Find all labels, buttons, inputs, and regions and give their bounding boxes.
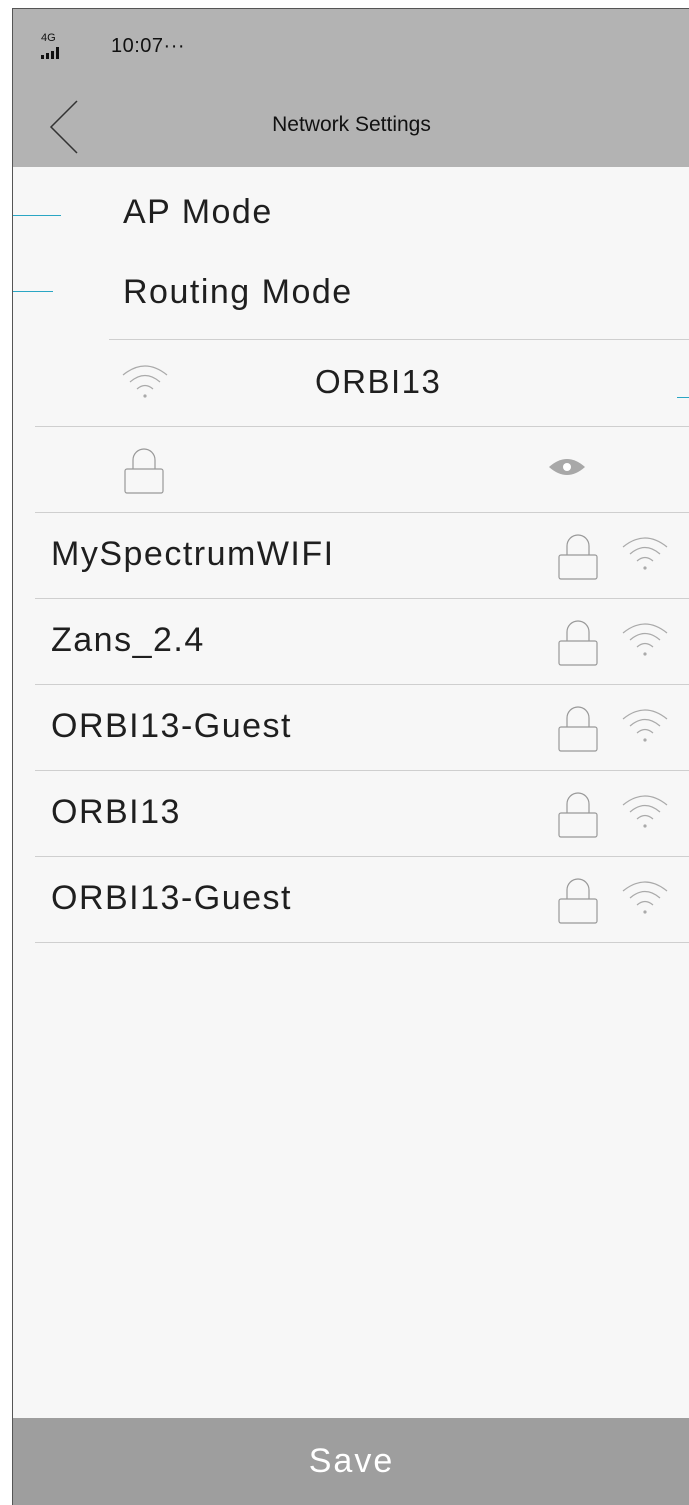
lock-icon bbox=[124, 448, 164, 494]
wifi-icon bbox=[622, 881, 668, 914]
wifi-icon bbox=[622, 709, 668, 742]
eye-icon[interactable] bbox=[547, 455, 587, 479]
top-bar: 4G 10:07··· Network Settings bbox=[13, 9, 689, 167]
pointer-line bbox=[13, 291, 53, 292]
ap-mode-option[interactable]: AP Mode bbox=[123, 193, 273, 232]
ssid-field[interactable]: ORBI13 bbox=[109, 341, 689, 427]
list-item[interactable]: ORBI13-Guest bbox=[35, 857, 689, 943]
cellular-signal: 4G bbox=[39, 33, 63, 61]
network-name: ORBI13-Guest bbox=[51, 879, 292, 917]
lock-icon bbox=[558, 534, 598, 580]
wifi-icon bbox=[622, 537, 668, 570]
ssid-value: ORBI13 bbox=[315, 363, 442, 400]
status-time: 10:07··· bbox=[111, 35, 186, 57]
divider bbox=[109, 339, 689, 340]
page-title: Network Settings bbox=[272, 113, 431, 136]
lock-icon bbox=[558, 706, 598, 752]
network-name: MySpectrumWIFI bbox=[51, 535, 335, 573]
lock-icon bbox=[558, 792, 598, 838]
routing-mode-option[interactable]: Routing Mode bbox=[123, 273, 353, 312]
app-screen: 4G 10:07··· Network Settings AP Mode Rou… bbox=[12, 8, 689, 1505]
list-item[interactable]: MySpectrumWIFI bbox=[35, 513, 689, 599]
lock-icon bbox=[558, 878, 598, 924]
list-item[interactable]: ORBI13-Guest bbox=[35, 685, 689, 771]
list-item[interactable]: Zans_2.4 bbox=[35, 599, 689, 685]
wifi-icon bbox=[622, 623, 668, 656]
list-item[interactable]: ORBI13 bbox=[35, 771, 689, 857]
save-label: Save bbox=[308, 1442, 395, 1480]
network-type: 4G bbox=[41, 32, 56, 44]
network-name: ORBI13 bbox=[51, 793, 181, 831]
network-name: Zans_2.4 bbox=[51, 621, 205, 659]
lock-icon bbox=[558, 620, 598, 666]
signal-bars-icon bbox=[41, 47, 59, 59]
wifi-icon bbox=[122, 365, 168, 398]
wifi-icon bbox=[622, 795, 668, 828]
pointer-line bbox=[13, 215, 61, 216]
password-field[interactable] bbox=[35, 427, 689, 513]
save-button[interactable]: Save bbox=[13, 1418, 689, 1505]
network-name: ORBI13-Guest bbox=[51, 707, 292, 745]
network-list: MySpectrumWIFI Zans_2.4 ORBI13-Guest ORB… bbox=[35, 513, 689, 943]
